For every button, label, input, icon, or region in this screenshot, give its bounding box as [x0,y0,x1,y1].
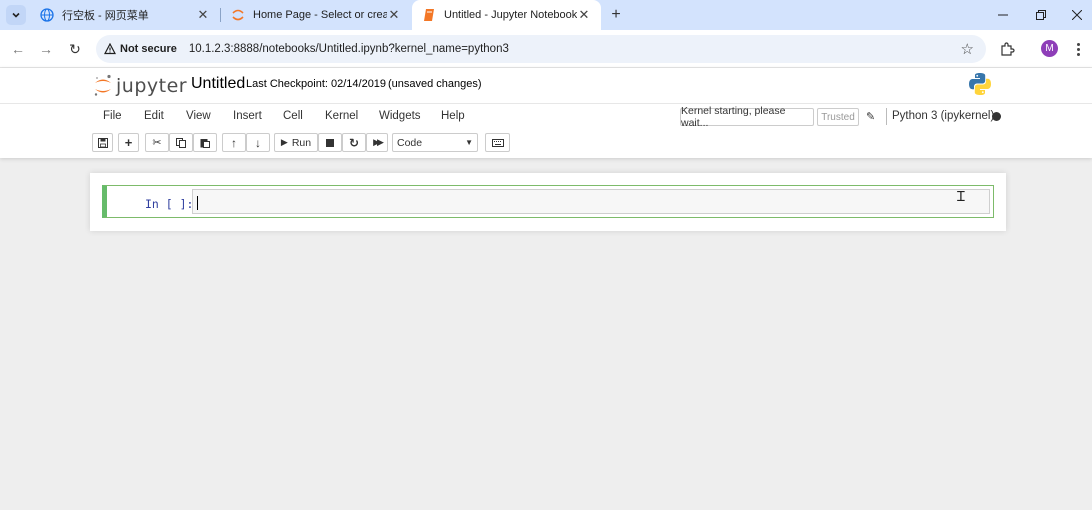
close-icon [1072,10,1082,20]
python-logo-icon [969,73,991,95]
interrupt-button[interactable] [318,133,342,152]
paste-button[interactable] [193,133,217,152]
jupyter-logo-text: jupyter [116,75,188,97]
menu-help[interactable]: Help [441,110,465,122]
menu-insert[interactable]: Insert [233,110,262,122]
paste-icon [200,138,210,148]
minimize-button[interactable] [984,0,1022,30]
restart-button[interactable]: ↻ [342,133,366,152]
insert-cell-button[interactable]: + [118,133,139,152]
notebook-toolbar: + ✂ ↑ ↓ ▶ Run ↻ ▶▶ Code ▼ [0,130,1092,154]
trusted-button[interactable]: Trusted [817,108,859,126]
minimize-icon [998,14,1008,16]
address-bar[interactable]: Not secure 10.1.2.3:8888/notebooks/Untit… [96,35,986,63]
arrow-down-icon: ↓ [255,135,261,150]
copy-icon [176,137,186,148]
close-icon[interactable]: ✕ [196,7,210,22]
save-icon [97,137,108,148]
new-tab-button[interactable]: + [606,5,626,25]
tab-untitled-notebook[interactable]: Untitled - Jupyter Notebook ✕ [412,0,601,30]
chevron-down-icon: ▼ [465,138,473,147]
cut-button[interactable]: ✂ [145,133,169,152]
stop-icon [326,138,334,147]
back-button[interactable]: ← [8,39,28,59]
security-chip[interactable]: Not secure [104,43,177,55]
globe-icon [40,8,54,22]
arrow-left-icon: ← [11,41,25,57]
copy-button[interactable] [169,133,193,152]
warning-icon [104,43,116,55]
tab-title: Home Page - Select or create a [253,9,387,21]
menu-widgets[interactable]: Widgets [379,110,421,122]
browser-toolbar: ← → ↻ Not secure 10.1.2.3:8888/notebooks… [0,30,1092,68]
run-label: Run [291,136,312,149]
jupyter-icon [232,9,244,21]
tab-title: 行空板 - 网页菜单 [62,10,149,22]
plus-icon: + [124,135,133,150]
mouse-ibeam-cursor: Ɪ [957,189,965,205]
code-cell[interactable]: In [ ]: [102,185,994,218]
command-palette-button[interactable] [485,133,510,152]
tab-search-button[interactable] [6,5,26,25]
more-menu-icon[interactable] [1072,39,1084,59]
run-button[interactable]: ▶ Run [274,133,318,152]
kernel-busy-indicator [992,112,1001,121]
security-label: Not secure [120,43,177,55]
menu-view[interactable]: View [186,110,211,122]
menu-kernel[interactable]: Kernel [325,110,358,122]
play-icon: ▶ [280,137,288,147]
restore-icon [1036,10,1046,20]
scissors-icon: ✂ [152,137,162,149]
browser-tabstrip: 行空板 - 网页菜单 ✕ Home Page - Select or creat… [0,0,1092,30]
pencil-icon[interactable]: ✎ [866,110,875,123]
cell-type-select[interactable]: Code ▼ [392,133,478,152]
keyboard-icon [491,138,504,147]
cell-editor[interactable] [192,189,990,214]
url-text: 10.1.2.3:8888/notebooks/Untitled.ipynb?k… [188,43,509,55]
kernel-status-indicator: Kernel starting, please wait... [680,105,814,129]
close-window-button[interactable] [1058,0,1092,30]
tab-title: Untitled - Jupyter Notebook [444,9,577,21]
reload-icon: ↻ [69,40,81,57]
menu-file[interactable]: File [103,110,122,122]
menu-cell[interactable]: Cell [283,110,303,122]
jupyter-logo-icon [94,74,111,96]
menu-edit[interactable]: Edit [144,110,164,122]
forward-button[interactable]: → [36,39,56,59]
notebook-title[interactable]: Untitled [191,75,245,93]
puzzle-icon [1000,41,1015,56]
avatar[interactable]: M [1041,40,1058,57]
restart-run-all-button[interactable]: ▶▶ [366,133,388,152]
extensions-button[interactable] [997,39,1017,59]
cell-type-value: Code [397,136,423,149]
save-button[interactable] [92,133,113,152]
checkpoint-status: Last Checkpoint: 02/14/2019 [246,78,387,90]
divider [886,108,887,125]
restore-button[interactable] [1022,0,1060,30]
chevron-down-icon [12,12,20,18]
restart-icon: ↻ [348,135,360,150]
text-cursor [197,196,198,210]
arrow-right-icon: → [39,41,53,57]
jupyter-header: jupyter Untitled Last Checkpoint: 02/14/… [0,68,1092,158]
tab-home-page[interactable]: Home Page - Select or create a ✕ [221,0,411,30]
reload-button[interactable]: ↻ [65,39,85,59]
star-icon[interactable]: ☆ [961,40,974,58]
close-icon[interactable]: ✕ [387,7,401,22]
unsaved-status: (unsaved changes) [388,78,482,90]
input-prompt: In [ ]: [145,197,194,211]
move-up-button[interactable]: ↑ [222,133,246,152]
notebook-container: In [ ]: [90,173,1006,231]
plus-icon: + [611,6,621,23]
arrow-up-icon: ↑ [231,135,237,150]
fast-forward-icon: ▶▶ [373,137,384,147]
jupyter-logo[interactable]: jupyter [94,74,187,98]
menubar: File Edit View Insert Cell Kernel Widget… [0,103,1092,129]
move-down-button[interactable]: ↓ [246,133,270,152]
kernel-name: Python 3 (ipykernel) [892,110,995,122]
tab-menu-page[interactable]: 行空板 - 网页菜单 ✕ [30,0,220,30]
close-icon[interactable]: ✕ [577,7,591,22]
notebook-icon [424,9,434,21]
